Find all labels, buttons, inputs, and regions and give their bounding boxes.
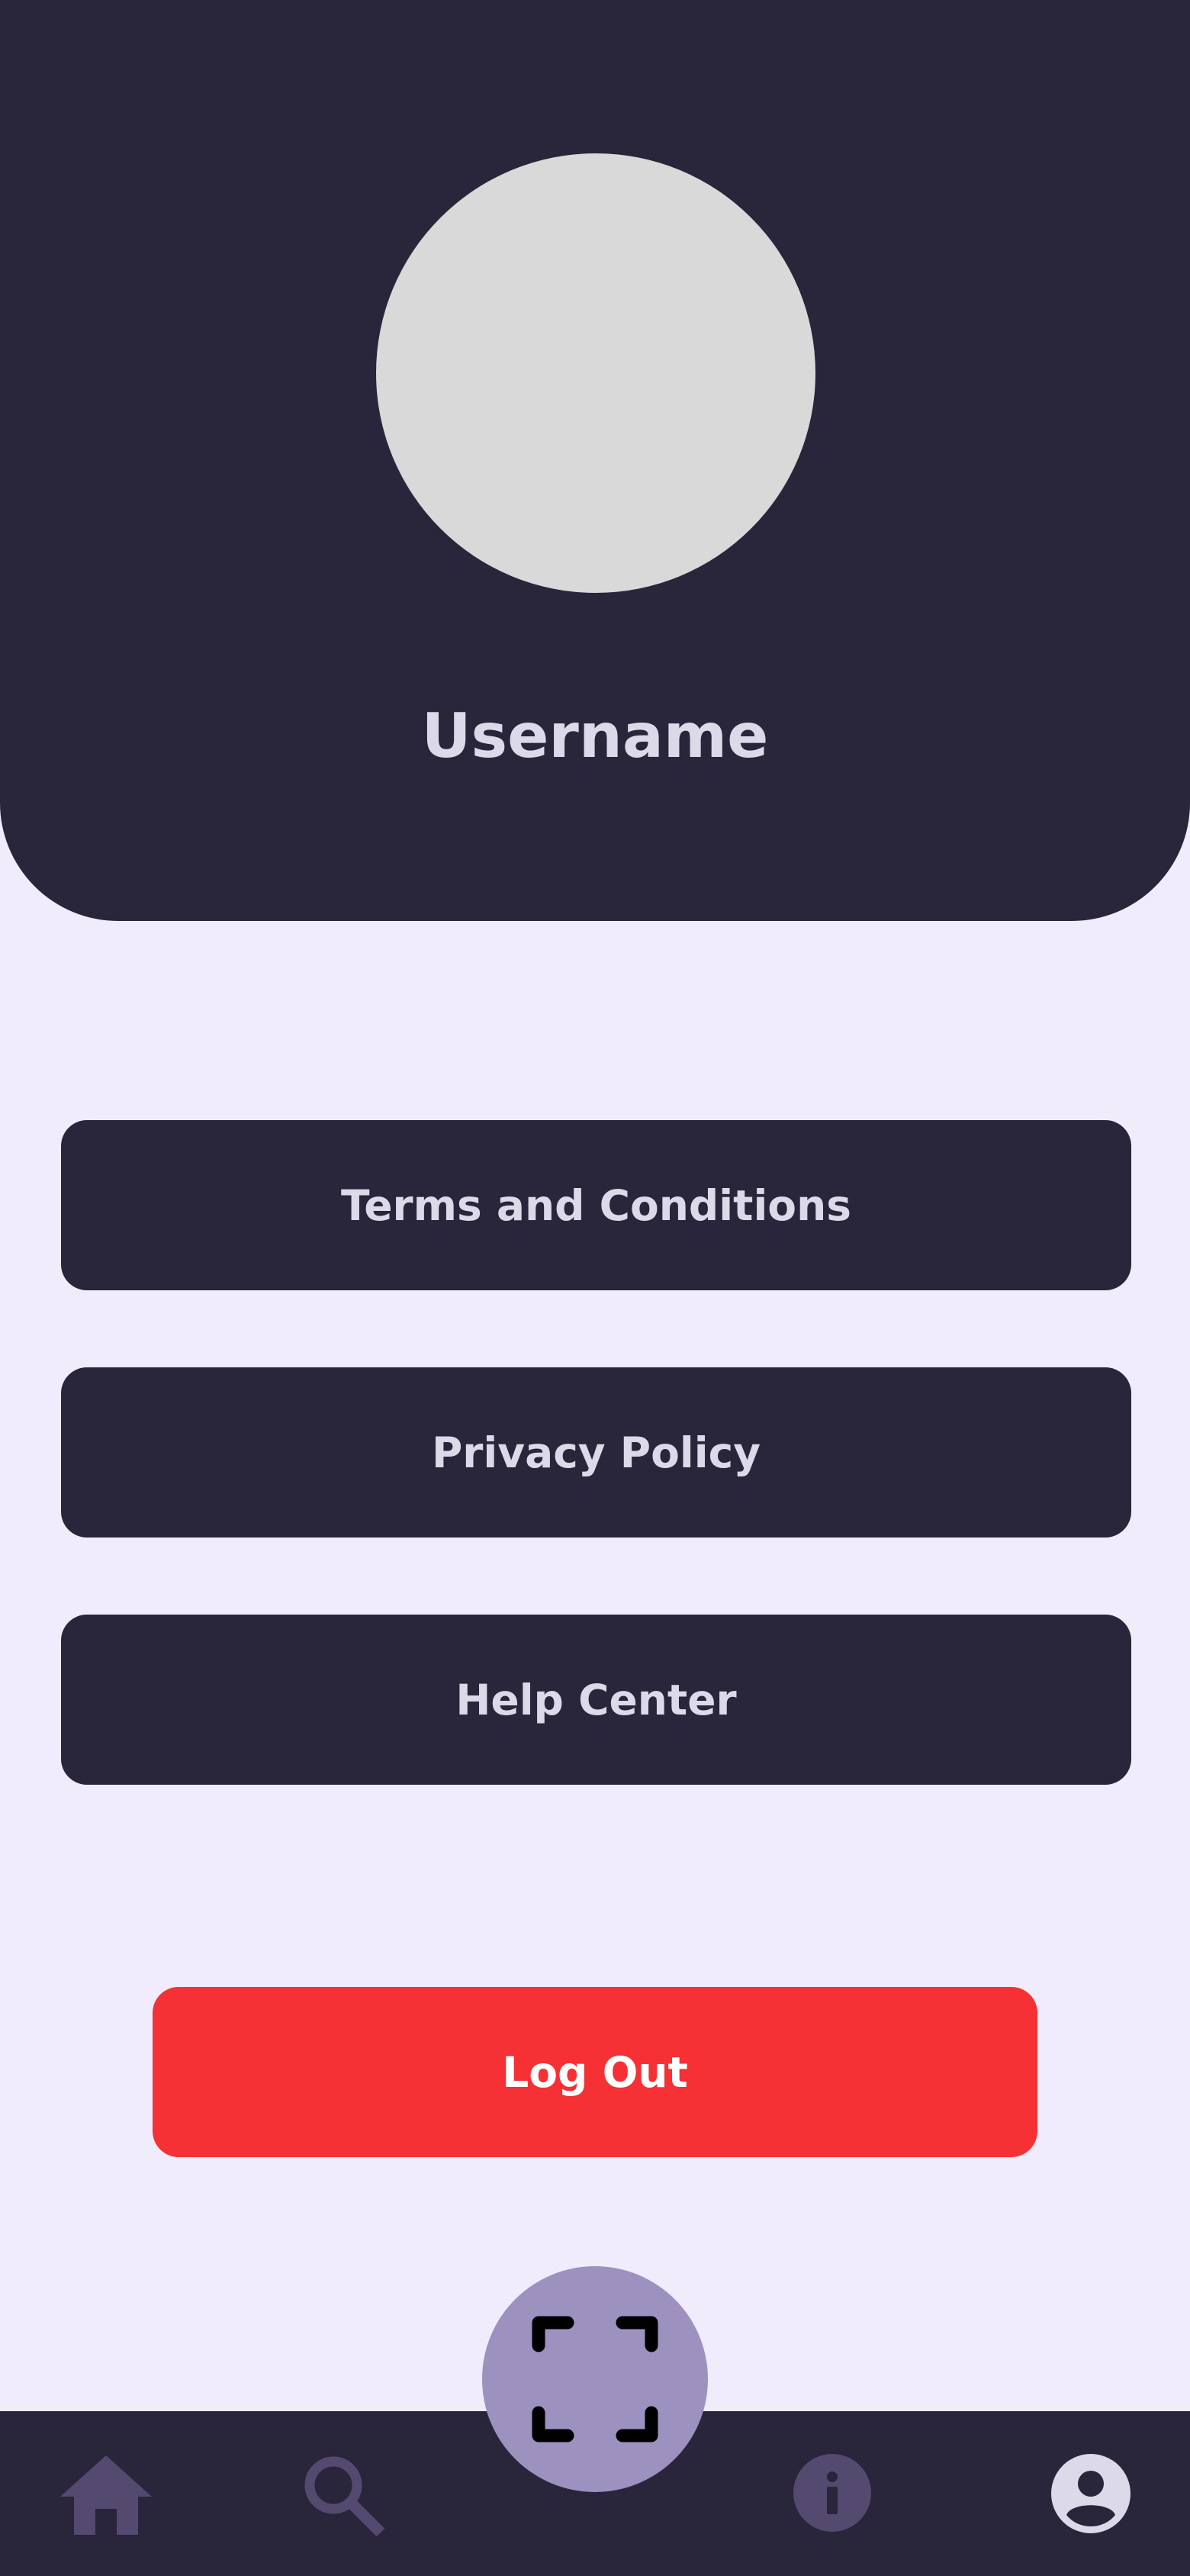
log-out-label: Log Out bbox=[502, 2047, 688, 2097]
home-icon[interactable] bbox=[59, 2451, 154, 2536]
terms-and-conditions-button[interactable]: Terms and Conditions bbox=[61, 1120, 1131, 1290]
terms-and-conditions-label: Terms and Conditions bbox=[341, 1180, 851, 1230]
username: Username bbox=[421, 700, 769, 771]
info-icon[interactable] bbox=[793, 2454, 871, 2532]
privacy-policy-label: Privacy Policy bbox=[431, 1428, 761, 1477]
profile-icon[interactable] bbox=[1051, 2454, 1130, 2533]
help-center-label: Help Center bbox=[455, 1675, 737, 1724]
avatar[interactable] bbox=[376, 153, 815, 593]
scan-icon bbox=[532, 2316, 658, 2442]
privacy-policy-button[interactable]: Privacy Policy bbox=[61, 1367, 1131, 1538]
log-out-button[interactable]: Log Out bbox=[153, 1987, 1037, 2157]
scan-button[interactable] bbox=[482, 2266, 708, 2492]
search-icon[interactable] bbox=[301, 2453, 385, 2537]
help-center-button[interactable]: Help Center bbox=[61, 1615, 1131, 1785]
profile-header: Username bbox=[0, 0, 1190, 921]
